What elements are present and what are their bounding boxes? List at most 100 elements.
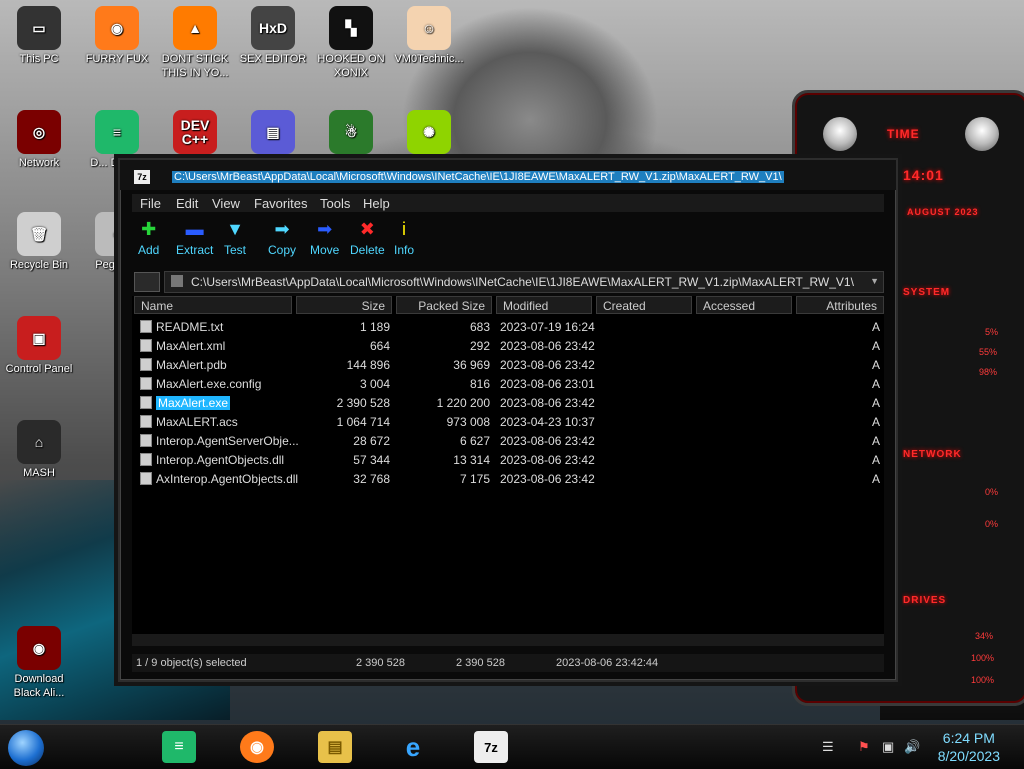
file-row[interactable]: MaxAlert.xml 664 292 2023-08-06 23:42 A [132,337,884,356]
sevenzip-taskbar-icon[interactable]: 7z [474,731,508,763]
file-packed-size: 7 175 [459,472,490,486]
column-header-created[interactable]: Created [596,296,692,314]
status-modified: 2023-08-06 23:42:44 [556,657,659,669]
start-button[interactable] [8,730,44,766]
file-packed-size: 816 [469,377,490,391]
desktop-icon[interactable]: ▭ This PC [0,6,78,66]
file-modified: 2023-08-06 23:01 [500,377,595,391]
volume-icon[interactable]: 🔊 [904,739,920,755]
desktop-icon[interactable]: 🗑 Recycle Bin [0,212,78,272]
menu-file[interactable]: File [140,196,161,211]
window-title: C:\Users\MrBeast\AppData\Local\Microsoft… [172,171,784,183]
desktop-icon[interactable]: DEV C++ [156,110,234,156]
desktop-icon[interactable]: ☃ [312,110,390,156]
column-header-attributes[interactable]: Attributes [796,296,884,314]
drive-pct: 34% [975,631,994,641]
desktop-app-icon: DEV C++ [173,110,217,154]
toolbar-extract-button[interactable]: ▬ Extract [176,218,213,257]
file-name: Interop.AgentObjects.dll [156,453,285,467]
toolbar-test-button[interactable]: ▼ Test [224,218,246,257]
network-icon[interactable]: ▣ [882,739,894,755]
desktop-icon[interactable]: ◉ Download Black Ali... [0,626,78,700]
system-pct: 55% [979,347,998,357]
system-label: SYSTEM [903,287,951,298]
desktop-icon[interactable]: ▤ [234,110,312,156]
desktop-icon[interactable]: ▣ Control Panel [0,316,78,376]
menu-edit[interactable]: Edit [176,196,198,211]
desktop-icon[interactable]: ⌂ MASH [0,420,78,480]
menu-tools[interactable]: Tools [320,196,350,211]
network-label: NETWORK [903,449,962,460]
toolbar-copy-button[interactable]: ➡ Copy [268,218,296,257]
drive-pct: 100% [971,653,995,663]
file-row[interactable]: MaxAlert.exe.config 3 004 816 2023-08-06 23… [132,375,884,394]
file-attributes: A [872,339,881,353]
column-header-accessed[interactable]: Accessed [696,296,792,314]
toolbar-label: Add [138,243,160,257]
desktop-icon-label: This PC [19,53,59,65]
desktop-icon[interactable]: ☺ VM0Technic... [390,6,468,66]
folder-up-button[interactable] [134,272,160,292]
column-header-packed-size[interactable]: Packed Size [396,296,492,314]
toolbar-delete-button[interactable]: ✖ Delete [350,218,385,257]
internet-explorer-taskbar-icon[interactable]: e [396,731,430,763]
desktop-icon[interactable]: ◉ FURRY FUX [78,6,156,66]
firefox-taskbar-icon[interactable]: ◉ [240,731,274,763]
file-row[interactable]: MaxAlert.exe 2 390 528 1 220 200 2023-08-06… [132,394,884,413]
desktop-icon-label: DONT STICK THIS IN YO... [161,53,229,79]
desktop-icon[interactable]: ◎ Network [0,110,78,170]
horizontal-scrollbar[interactable] [132,634,884,646]
alien-head-icon [965,117,999,151]
file-row[interactable]: MaxALERT.acs 1 064 714 973 008 2023-04-23 1… [132,413,884,432]
status-size: 2 390 528 [356,657,405,669]
file-name: MaxAlert.exe.config [156,377,262,391]
taskbar: ≡ ◉ ▤ e 7z ☰ ⚑ ▣ 🔊 6:24 PM 8/20/2023 [0,724,1024,769]
action-center-icon[interactable]: ⚑ [858,739,870,755]
title-bar[interactable]: 7z C:\Users\MrBeast\AppData\Local\Micros… [120,160,896,190]
menu-help[interactable]: Help [363,196,390,211]
column-header-modified[interactable]: Modified [496,296,592,314]
desktop-app-icon: ▣ [17,316,61,360]
status-selection: 1 / 9 object(s) selected [136,657,247,669]
desktop-icon[interactable]: ▲ DONT STICK THIS IN YO... [156,6,234,80]
file-icon [140,320,152,333]
show-desktop-icon[interactable]: ☰ [822,739,834,755]
desktop-app-icon: ◉ [95,6,139,50]
file-packed-size: 1 220 200 [436,396,490,410]
app-taskbar-icon[interactable]: ≡ [162,731,196,763]
file-row[interactable]: MaxAlert.pdb 144 896 36 969 2023-08-06 23:4… [132,356,884,375]
toolbar-label: Test [224,243,247,257]
file-explorer-taskbar-icon[interactable]: ▤ [318,731,352,763]
desktop-app-icon: ☺ [407,6,451,50]
time-label: TIME [887,127,920,141]
menu-favorites[interactable]: Favorites [254,196,307,211]
toolbar-label: Move [310,243,340,257]
desktop-app-icon: ≡ [95,110,139,154]
sevenzip-window: 7z C:\Users\MrBeast\AppData\Local\Micros… [118,158,898,682]
column-header-name[interactable]: Name [134,296,292,314]
menu-view[interactable]: View [212,196,240,211]
clock[interactable]: 6:24 PM 8/20/2023 [938,729,1000,765]
column-header-size[interactable]: Size [296,296,392,314]
desktop-app-icon: ⌂ [17,420,61,464]
toolbar-add-button[interactable]: ✚ Add [138,218,159,257]
chevron-down-icon[interactable]: ▼ [870,276,879,286]
file-packed-size: 973 008 [446,415,490,429]
desktop-icon[interactable]: HxD SEX EDITOR [234,6,312,66]
file-row[interactable]: Interop.AgentServerObje... 28 672 6 627 202… [132,432,884,451]
file-attributes: A [872,434,881,448]
file-row[interactable]: AxInterop.AgentObjects.dll 32 768 7 175 202… [132,470,884,489]
desktop-icon[interactable]: ▚ HOOKED ON XONIX [312,6,390,80]
clock-date: 8/20/2023 [937,748,1000,764]
file-size: 1 064 714 [336,415,390,429]
file-row[interactable]: Interop.AgentObjects.dll 57 344 13 314 2023… [132,451,884,470]
address-field[interactable]: C:\Users\MrBeast\AppData\Local\Microsoft… [164,271,884,293]
file-row[interactable]: README.txt 1 189 683 2023-07-19 16:24 A [132,318,884,337]
file-name: MaxAlert.exe [156,396,231,410]
file-modified: 2023-07-19 16:24 [500,320,595,334]
toolbar-info-button[interactable]: i Info [394,218,414,257]
toolbar-move-button[interactable]: ➡ Move [310,218,339,257]
file-name: README.txt [156,320,224,334]
file-icon [140,358,152,371]
desktop-icon[interactable]: ✺ [390,110,468,156]
